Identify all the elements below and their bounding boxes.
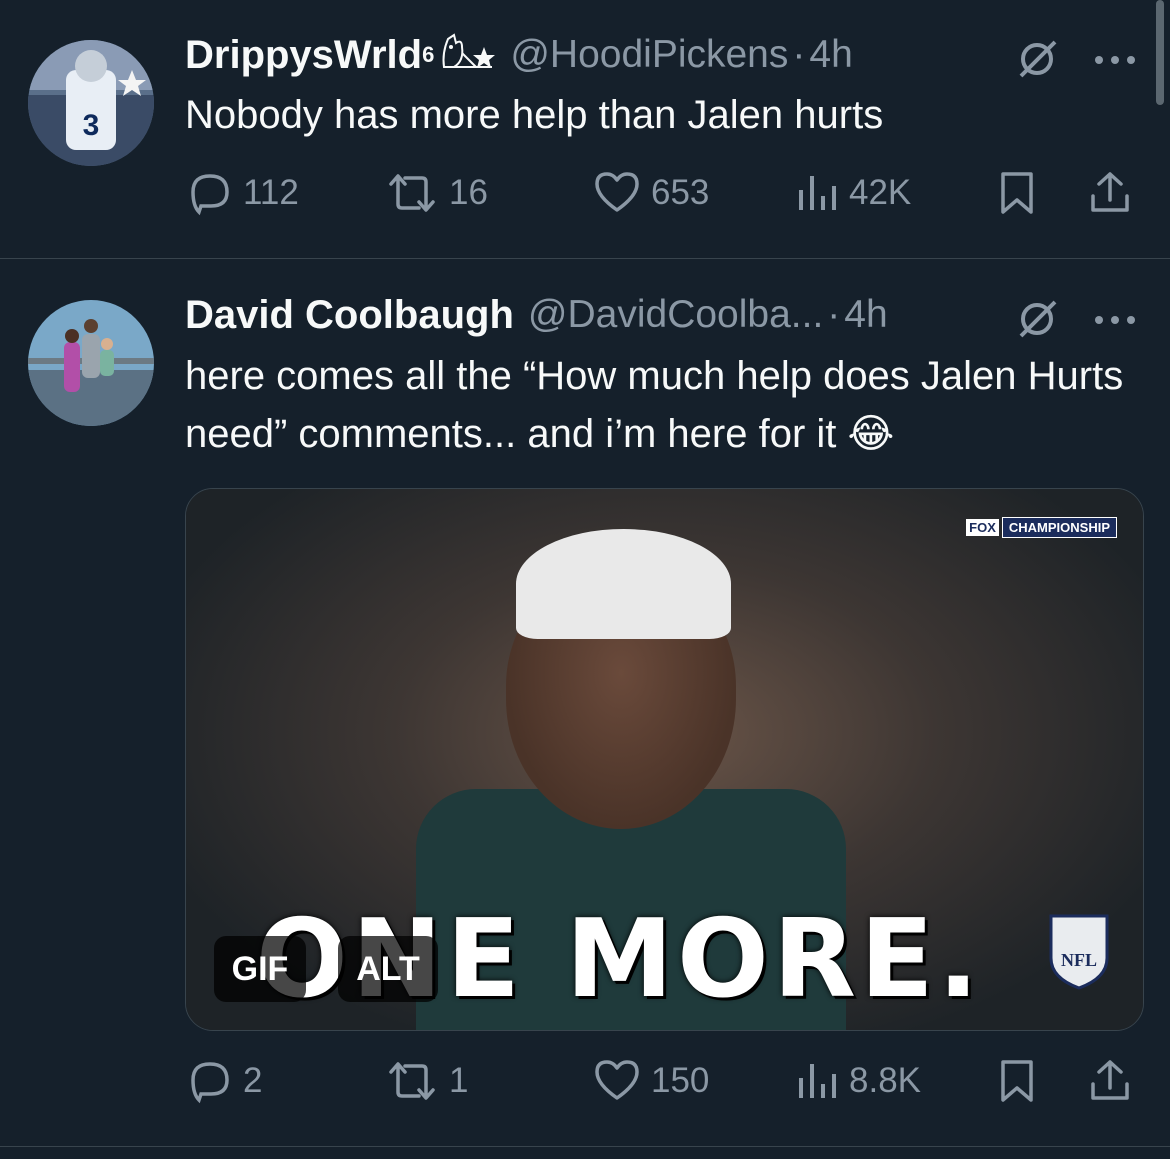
gif-headband: [516, 529, 731, 639]
tweet-text: Nobody has more help than Jalen hurts: [185, 93, 884, 137]
like-count: 150: [651, 1061, 710, 1100]
gif-media[interactable]: FOX CHAMPIONSHIP ONE MORE. NFL GIF ALT: [185, 488, 1144, 1031]
reply-count: 2: [243, 1061, 263, 1100]
retweet-count: 16: [449, 173, 488, 212]
reply-icon: [191, 1062, 229, 1104]
reply-button[interactable]: 2: [187, 1058, 262, 1104]
more-icon[interactable]: [1093, 313, 1139, 331]
reply-count: 112: [243, 173, 299, 212]
tweet-header: DrippysWrld 6 @HoodiPickens · 4h: [185, 30, 853, 80]
tweet-divider: [0, 1146, 1170, 1147]
gif-badge[interactable]: GIF: [214, 936, 306, 1002]
grok-icon[interactable]: [1015, 36, 1061, 87]
grok-icon[interactable]: [1015, 296, 1061, 347]
views-button[interactable]: 42K: [795, 170, 911, 216]
timestamp[interactable]: 4h: [809, 33, 852, 77]
reply-button[interactable]: 112: [187, 170, 299, 216]
like-icon: [595, 172, 639, 212]
like-icon: [595, 1060, 639, 1100]
bookmark-button[interactable]: [997, 170, 1037, 216]
tweet-text: here comes all the “How much help does J…: [185, 354, 1124, 456]
tweet-1[interactable]: 3 DrippysWrld 6 @HoodiPickens · 4h Nobody…: [0, 0, 1170, 258]
share-icon: [1091, 1060, 1129, 1100]
views-icon: [799, 176, 836, 210]
bookmark-button[interactable]: [997, 1058, 1037, 1104]
retweet-icon: [389, 174, 435, 212]
fox-championship-badge: FOX CHAMPIONSHIP: [966, 516, 1117, 538]
avatar[interactable]: [28, 300, 154, 426]
retweet-button[interactable]: 1: [385, 1058, 468, 1104]
alt-badge[interactable]: ALT: [338, 936, 438, 1002]
retweet-count: 1: [449, 1061, 469, 1100]
retweet-button[interactable]: 16: [385, 170, 488, 216]
share-button[interactable]: [1087, 1058, 1133, 1104]
avatar[interactable]: 3: [28, 40, 154, 166]
views-button[interactable]: 8.8K: [795, 1058, 921, 1104]
tweet-actions: 112 16 653 42K: [185, 170, 1140, 220]
tweet-header-icons: [1015, 36, 1139, 87]
user-handle[interactable]: @DavidCoolba...: [528, 293, 823, 337]
share-button[interactable]: [1087, 170, 1133, 216]
share-icon: [1091, 172, 1129, 212]
like-button[interactable]: 653: [593, 170, 709, 216]
separator: ·: [792, 33, 806, 76]
bookmark-icon: [1001, 1060, 1033, 1102]
tweet-header: David Coolbaugh @DavidCoolba... · 4h: [185, 290, 888, 340]
like-button[interactable]: 150: [593, 1058, 709, 1104]
bookmark-icon: [1001, 172, 1033, 214]
more-icon[interactable]: [1093, 53, 1139, 71]
retweet-icon: [389, 1062, 435, 1100]
user-handle[interactable]: @HoodiPickens: [510, 33, 788, 77]
timestamp[interactable]: 4h: [844, 293, 887, 337]
display-name[interactable]: DrippysWrld: [185, 33, 422, 78]
svg-text:NFL: NFL: [1061, 950, 1097, 970]
views-count: 8.8K: [849, 1061, 921, 1100]
reply-icon: [191, 174, 229, 216]
owl-emoji-icon: [440, 32, 496, 78]
tweet-header-icons: [1015, 296, 1139, 347]
views-count: 42K: [849, 173, 912, 212]
display-name[interactable]: David Coolbaugh: [185, 293, 514, 338]
views-icon: [799, 1064, 836, 1098]
championship-label: CHAMPIONSHIP: [1001, 516, 1117, 538]
tweet-actions: 2 1 150 8.8K: [185, 1058, 1140, 1108]
fox-logo: FOX: [966, 518, 999, 536]
name-superscript: 6: [422, 42, 435, 67]
nfl-shield-icon: NFL: [1049, 914, 1109, 990]
separator: ·: [827, 293, 841, 336]
like-count: 653: [651, 173, 710, 212]
svg-text:3: 3: [83, 109, 100, 142]
